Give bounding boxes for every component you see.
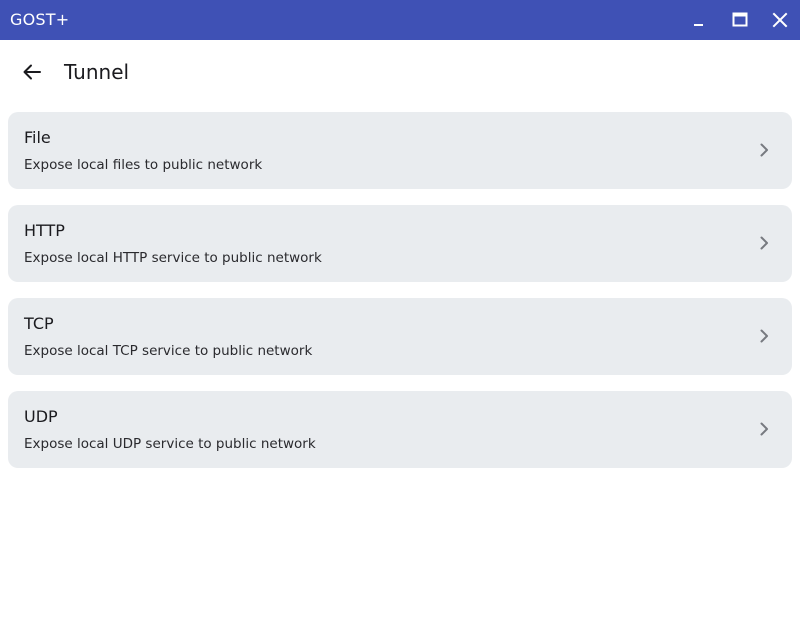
list-item-udp[interactable]: UDP Expose local UDP service to public n… <box>8 391 792 468</box>
app-title: GOST+ <box>10 10 70 29</box>
list-item-subtitle: Expose local TCP service to public netwo… <box>24 343 313 359</box>
list-item-subtitle: Expose local UDP service to public netwo… <box>24 436 316 452</box>
maximize-button[interactable] <box>720 0 760 40</box>
app-bar: Tunnel <box>0 40 800 104</box>
back-button[interactable] <box>16 56 48 88</box>
list-item-tcp[interactable]: TCP Expose local TCP service to public n… <box>8 298 792 375</box>
minimize-button[interactable] <box>678 0 718 40</box>
list-item-http[interactable]: HTTP Expose local HTTP service to public… <box>8 205 792 282</box>
maximize-icon <box>732 12 748 27</box>
chevron-right-icon <box>754 326 774 346</box>
list-item-subtitle: Expose local HTTP service to public netw… <box>24 250 322 266</box>
list-item-subtitle: Expose local files to public network <box>24 157 263 173</box>
arrow-left-icon <box>23 64 41 80</box>
close-button[interactable] <box>760 0 800 40</box>
title-bar: GOST+ <box>0 0 800 40</box>
list-item-title: TCP <box>24 314 54 333</box>
minimize-icon <box>694 24 703 26</box>
chevron-right-icon <box>754 419 774 439</box>
list-item-file[interactable]: File Expose local files to public networ… <box>8 112 792 189</box>
close-icon <box>772 12 788 28</box>
list-item-title: HTTP <box>24 221 65 240</box>
page-title: Tunnel <box>64 60 130 84</box>
list-item-title: UDP <box>24 407 58 426</box>
chevron-right-icon <box>754 233 774 253</box>
chevron-right-icon <box>754 140 774 160</box>
list-item-title: File <box>24 128 51 147</box>
tunnel-list: File Expose local files to public networ… <box>8 112 792 484</box>
